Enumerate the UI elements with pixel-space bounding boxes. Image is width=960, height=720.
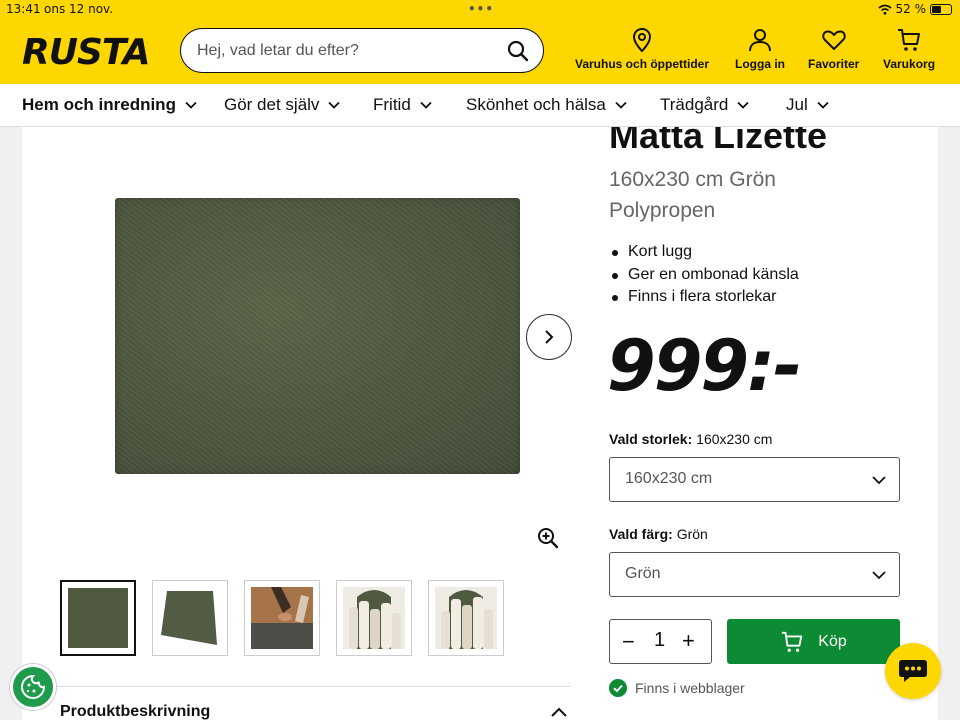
cart-label: Varukorg (883, 57, 936, 71)
thumbnail-3[interactable] (244, 580, 320, 656)
category-label: Skönhet och hälsa (466, 95, 606, 114)
category-label: Hem och inredning (22, 95, 176, 114)
heart-icon (821, 30, 846, 50)
category-tradgard[interactable]: Trädgård (660, 95, 750, 115)
quantity-stepper[interactable]: − 1 + (609, 619, 712, 664)
thumbnail-image (251, 587, 313, 649)
chat-button[interactable] (885, 643, 941, 699)
color-label: Vald färg: (609, 526, 673, 542)
stock-status: Finns i webblager (609, 679, 745, 697)
size-selected-value: 160x230 cm (696, 431, 773, 447)
search-input[interactable] (197, 39, 497, 63)
feature-item: Kort lugg (609, 243, 799, 266)
feature-list: Kort lugg Ger en ombonad känsla Finns i … (609, 243, 799, 311)
thumbnail-image (343, 587, 405, 649)
product-title: Matta Lizette (609, 127, 828, 156)
feature-item: Finns i flera storlekar (609, 288, 799, 311)
increase-quantity-button[interactable]: + (682, 628, 695, 654)
thumbnail-image (435, 587, 497, 649)
status-time: 13:41 (6, 2, 41, 16)
site-header: RUSTA Varuhus och öppettider Logga in Fa… (0, 19, 960, 84)
feature-item: Ger en ombonad känsla (609, 266, 799, 289)
chevron-down-icon (420, 101, 432, 109)
chevron-down-icon (185, 101, 197, 109)
product-description-heading[interactable]: Produktbeskrivning (60, 703, 210, 720)
thumbnail-4[interactable] (336, 580, 412, 656)
chevron-down-icon (737, 101, 749, 109)
category-jul[interactable]: Jul (786, 95, 830, 115)
buy-button[interactable]: Köp (727, 619, 900, 664)
category-label: Trädgård (660, 95, 729, 114)
thumbnail-image (159, 587, 221, 649)
status-bar: 13:41 ons 12 nov. ••• 52 % (0, 0, 960, 19)
status-date: ons 12 nov. (44, 2, 114, 16)
chevron-down-icon (872, 476, 886, 485)
category-nav: Hem och inredning Gör det själv Fritid S… (0, 84, 960, 127)
favorites-link[interactable]: Favoriter (808, 27, 859, 71)
multitask-dots[interactable]: ••• (468, 2, 494, 16)
chevron-up-icon[interactable] (549, 704, 569, 720)
chat-bubble-icon (899, 660, 927, 682)
stock-status-text: Finns i webblager (635, 680, 745, 696)
product-card: Produktbeskrivning Matta Lizette 160x230… (22, 127, 938, 720)
chevron-down-icon (328, 101, 341, 109)
chevron-down-icon (615, 101, 627, 109)
color-selected-value: Grön (676, 526, 708, 542)
cart-link[interactable]: Varukorg (883, 27, 935, 71)
chevron-right-icon (545, 330, 554, 344)
chevron-down-icon (817, 101, 829, 109)
color-label-row: Vald färg: Grön (609, 526, 708, 542)
size-select[interactable]: 160x230 cm (609, 457, 900, 502)
product-main-image[interactable] (115, 198, 520, 474)
product-price: 999:- (607, 325, 802, 407)
category-label: Gör det själv (224, 95, 320, 114)
quantity-value[interactable]: 1 (654, 629, 665, 652)
cart-icon (898, 29, 921, 51)
thumbnail-5[interactable] (428, 580, 504, 656)
battery-icon (930, 3, 952, 15)
rusta-logo[interactable]: RUSTA (22, 32, 151, 73)
next-image-button[interactable] (526, 314, 572, 360)
store-locator-label: Varuhus och öppettider (575, 57, 710, 71)
location-pin-icon (632, 27, 652, 53)
thumbnail-2[interactable] (152, 580, 228, 656)
buy-button-label: Köp (818, 632, 847, 650)
battery-percent: 52 % (895, 2, 927, 16)
check-circle-icon (609, 679, 627, 697)
login-link[interactable]: Logga in (735, 27, 785, 71)
color-select[interactable]: Grön (609, 552, 900, 597)
size-select-value: 160x230 cm (625, 470, 713, 487)
thumbnail-1[interactable] (60, 580, 136, 656)
search-icon[interactable] (507, 40, 529, 62)
category-fritid[interactable]: Fritid (373, 95, 433, 115)
status-right: 52 % (877, 2, 952, 16)
search-bar[interactable] (180, 28, 544, 73)
store-locator-link[interactable]: Varuhus och öppettider (575, 27, 709, 71)
divider (38, 686, 571, 687)
zoom-icon[interactable] (537, 527, 559, 549)
category-label: Jul (786, 95, 808, 114)
category-label: Fritid (373, 95, 411, 114)
cart-icon (782, 631, 803, 652)
product-subtitle-material: Polypropen (609, 199, 716, 222)
product-subtitle-size-color: 160x230 cm Grön (609, 168, 776, 191)
color-select-value: Grön (625, 565, 661, 582)
chevron-down-icon (872, 571, 886, 580)
login-label: Logga in (735, 57, 785, 71)
size-label-row: Vald storlek: 160x230 cm (609, 431, 772, 447)
category-gor-det-sjalv[interactable]: Gör det själv (224, 95, 341, 115)
category-skonhet-och-halsa[interactable]: Skönhet och hälsa (466, 95, 628, 115)
cookie-icon (21, 674, 46, 699)
cookie-settings-button[interactable] (10, 664, 56, 710)
favorites-label: Favoriter (808, 57, 860, 71)
decrease-quantity-button[interactable]: − (622, 629, 635, 655)
category-hem-och-inredning[interactable]: Hem och inredning (22, 95, 198, 115)
wifi-icon (877, 4, 892, 15)
user-icon (749, 29, 771, 52)
thumbnail-image (68, 588, 128, 648)
size-label: Vald storlek: (609, 431, 693, 447)
